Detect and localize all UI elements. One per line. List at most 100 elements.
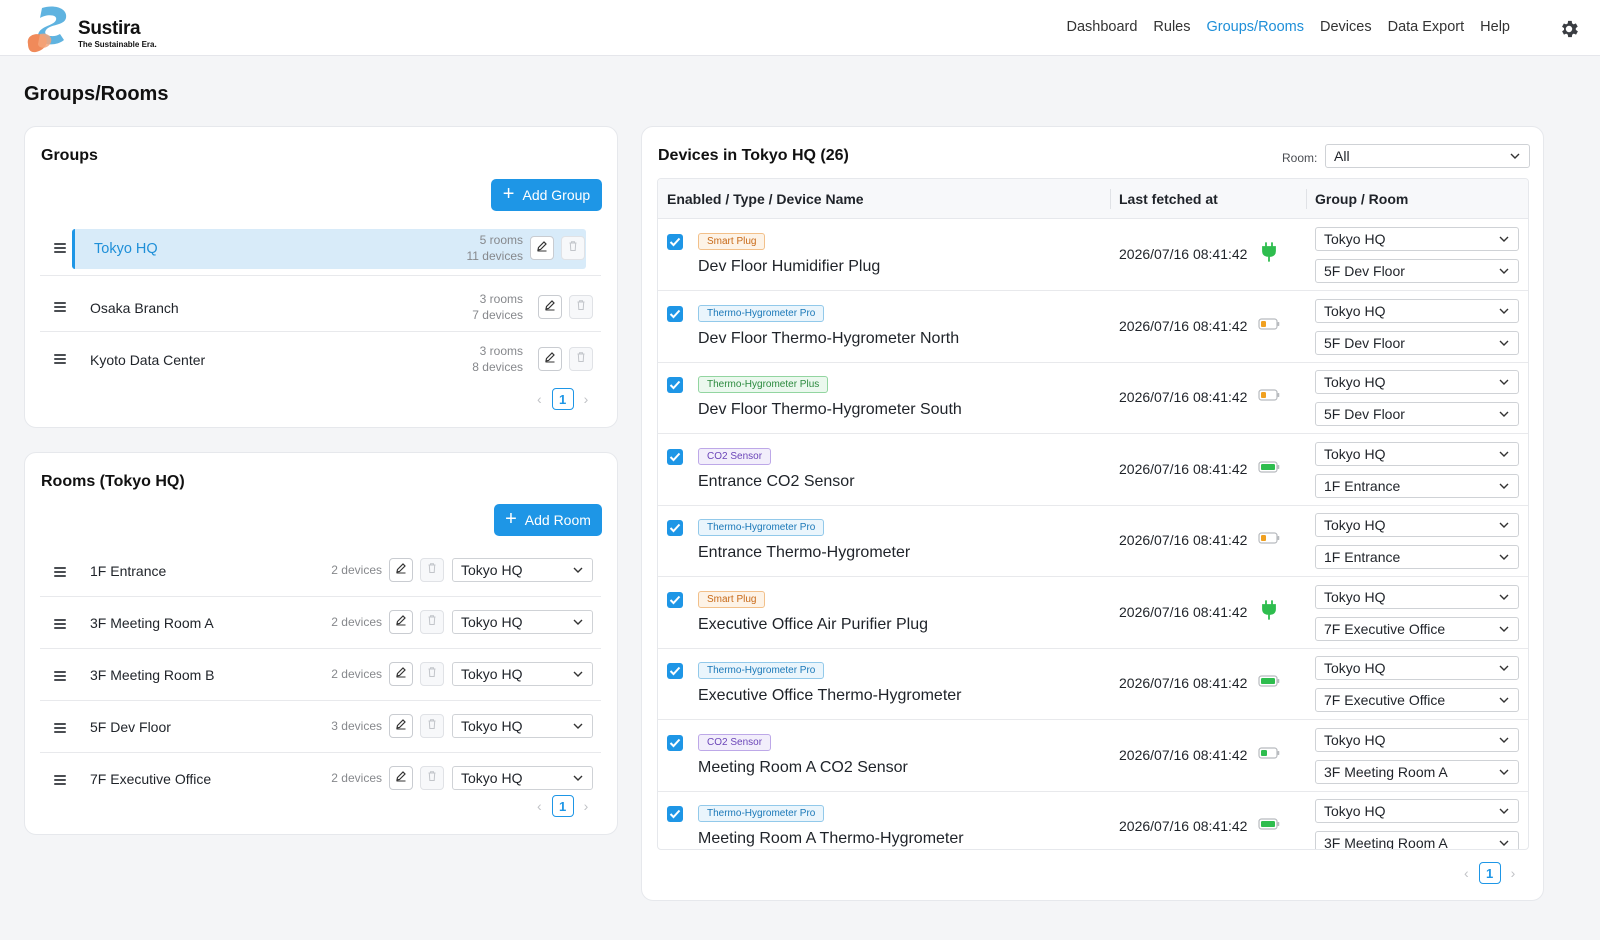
gear-icon[interactable] bbox=[1558, 18, 1580, 40]
device-group-select[interactable]: Tokyo HQ bbox=[1315, 513, 1519, 537]
app-header: Sustira The Sustainable Era. Dashboard Ru… bbox=[0, 0, 1600, 56]
delete-button[interactable] bbox=[569, 347, 593, 371]
edit-button[interactable] bbox=[538, 347, 562, 371]
page-number[interactable]: 1 bbox=[551, 388, 574, 410]
device-room-select[interactable]: 1F Entrance bbox=[1315, 545, 1519, 569]
group-row[interactable]: Osaka Branch 3 rooms 7 devices bbox=[40, 280, 601, 332]
delete-button[interactable] bbox=[420, 662, 444, 686]
device-room-select[interactable]: 5F Dev Floor bbox=[1315, 259, 1519, 283]
edit-button[interactable] bbox=[389, 766, 413, 790]
add-room-button[interactable]: + Add Room bbox=[494, 504, 602, 536]
device-name: Executive Office Air Purifier Plug bbox=[698, 615, 929, 633]
device-room-select[interactable]: 7F Executive Office bbox=[1315, 688, 1519, 712]
room-group-value: Tokyo HQ bbox=[461, 770, 523, 786]
add-group-button[interactable]: + Add Group bbox=[491, 179, 602, 211]
pencil-icon bbox=[544, 298, 556, 316]
delete-button[interactable] bbox=[420, 558, 444, 582]
page-number[interactable]: 1 bbox=[551, 795, 574, 817]
room-row[interactable]: 7F Executive Office 2 devices Tokyo HQ bbox=[40, 753, 601, 795]
delete-button[interactable] bbox=[420, 766, 444, 790]
enabled-checkbox[interactable] bbox=[667, 520, 683, 536]
room-row[interactable]: 1F Entrance 2 devices Tokyo HQ bbox=[40, 545, 601, 597]
drag-handle-icon[interactable] bbox=[54, 671, 66, 681]
room-filter-select[interactable]: All bbox=[1325, 144, 1530, 168]
delete-button[interactable] bbox=[569, 295, 593, 319]
group-row[interactable]: Kyoto Data Center 3 rooms 8 devices bbox=[40, 332, 601, 384]
room-row[interactable]: 3F Meeting Room B 2 devices Tokyo HQ bbox=[40, 649, 601, 701]
edit-button[interactable] bbox=[389, 610, 413, 634]
nav-item-groups-rooms[interactable]: Groups/Rooms bbox=[1207, 19, 1305, 35]
device-name: Entrance CO2 Sensor bbox=[698, 472, 855, 490]
device-group-select[interactable]: Tokyo HQ bbox=[1315, 227, 1519, 251]
nav-item-help[interactable]: Help bbox=[1480, 19, 1510, 35]
device-room-select[interactable]: 3F Meeting Room A bbox=[1315, 759, 1519, 784]
enabled-checkbox[interactable] bbox=[667, 663, 683, 679]
sustira-logo-icon[interactable] bbox=[24, 4, 72, 54]
device-group-select[interactable]: Tokyo HQ bbox=[1315, 441, 1519, 466]
device-room-select[interactable]: 7F Executive Office bbox=[1315, 616, 1519, 641]
group-row[interactable]: Tokyo HQ 5 rooms 11 devices bbox=[40, 228, 601, 276]
plug-icon bbox=[1258, 241, 1280, 263]
chevron-down-icon bbox=[1499, 340, 1509, 346]
drag-handle-icon[interactable] bbox=[54, 354, 66, 364]
edit-button[interactable] bbox=[389, 714, 413, 738]
device-group-select[interactable]: Tokyo HQ bbox=[1315, 799, 1519, 823]
enabled-checkbox[interactable] bbox=[667, 734, 683, 751]
prev-page-icon[interactable]: ‹ bbox=[1464, 865, 1469, 881]
enabled-checkbox[interactable] bbox=[667, 591, 683, 608]
chevron-down-icon bbox=[1499, 626, 1509, 632]
drag-handle-icon[interactable] bbox=[54, 775, 66, 785]
chevron-down-icon bbox=[1499, 483, 1509, 489]
device-room-select[interactable]: 1F Entrance bbox=[1315, 473, 1519, 498]
nav-item-dashboard[interactable]: Dashboard bbox=[1066, 19, 1137, 35]
device-group-select[interactable]: Tokyo HQ bbox=[1315, 656, 1519, 680]
device-group-select[interactable]: Tokyo HQ bbox=[1315, 584, 1519, 609]
room-group-value: Tokyo HQ bbox=[461, 666, 523, 682]
room-row[interactable]: 3F Meeting Room A 2 devices Tokyo HQ bbox=[40, 597, 601, 649]
edit-button[interactable] bbox=[389, 558, 413, 582]
device-name: Dev Floor Thermo-Hygrometer North bbox=[698, 329, 960, 347]
device-room-select[interactable]: 5F Dev Floor bbox=[1315, 330, 1519, 355]
drag-handle-icon[interactable] bbox=[54, 723, 66, 733]
edit-button[interactable] bbox=[538, 295, 562, 319]
device-group-select[interactable]: Tokyo HQ bbox=[1315, 727, 1519, 752]
nav-item-devices[interactable]: Devices bbox=[1320, 19, 1372, 35]
edit-button[interactable] bbox=[530, 236, 554, 260]
nav-item-data-export[interactable]: Data Export bbox=[1388, 19, 1465, 35]
device-group-select[interactable]: Tokyo HQ bbox=[1315, 370, 1519, 394]
room-group-select[interactable]: Tokyo HQ bbox=[452, 558, 593, 582]
next-page-icon[interactable]: › bbox=[584, 391, 589, 407]
drag-handle-icon[interactable] bbox=[54, 302, 66, 312]
prev-page-icon[interactable]: ‹ bbox=[537, 798, 542, 814]
room-row[interactable]: 5F Dev Floor 3 devices Tokyo HQ bbox=[40, 701, 601, 753]
edit-button[interactable] bbox=[389, 662, 413, 686]
device-group-select[interactable]: Tokyo HQ bbox=[1315, 298, 1519, 323]
delete-button[interactable] bbox=[561, 236, 585, 260]
drag-handle-icon[interactable] bbox=[54, 567, 66, 577]
drag-handle-icon[interactable] bbox=[54, 243, 66, 253]
groups-title: Groups bbox=[41, 147, 98, 164]
enabled-checkbox[interactable] bbox=[667, 806, 683, 822]
enabled-checkbox[interactable] bbox=[667, 448, 683, 465]
device-type-badge: Smart Plug bbox=[698, 233, 766, 250]
prev-page-icon[interactable]: ‹ bbox=[537, 391, 542, 407]
delete-button[interactable] bbox=[420, 610, 444, 634]
room-group-select[interactable]: Tokyo HQ bbox=[452, 610, 593, 634]
page-number[interactable]: 1 bbox=[1478, 862, 1501, 884]
group-room-count: 3 rooms bbox=[479, 344, 523, 358]
delete-button[interactable] bbox=[420, 714, 444, 738]
enabled-checkbox[interactable] bbox=[667, 305, 683, 322]
device-room-select[interactable]: 3F Meeting Room A bbox=[1315, 831, 1519, 849]
drag-handle-icon[interactable] bbox=[54, 619, 66, 629]
pencil-icon bbox=[544, 350, 556, 368]
next-page-icon[interactable]: › bbox=[584, 798, 589, 814]
room-group-select[interactable]: Tokyo HQ bbox=[452, 714, 593, 738]
device-room-select[interactable]: 5F Dev Floor bbox=[1315, 402, 1519, 426]
enabled-checkbox[interactable] bbox=[667, 377, 683, 393]
enabled-checkbox[interactable] bbox=[667, 234, 683, 250]
next-page-icon[interactable]: › bbox=[1511, 865, 1516, 881]
room-group-select[interactable]: Tokyo HQ bbox=[452, 662, 593, 686]
group-counts: 3 rooms 7 devices bbox=[440, 291, 523, 323]
room-group-select[interactable]: Tokyo HQ bbox=[452, 766, 593, 790]
nav-item-rules[interactable]: Rules bbox=[1153, 19, 1190, 35]
